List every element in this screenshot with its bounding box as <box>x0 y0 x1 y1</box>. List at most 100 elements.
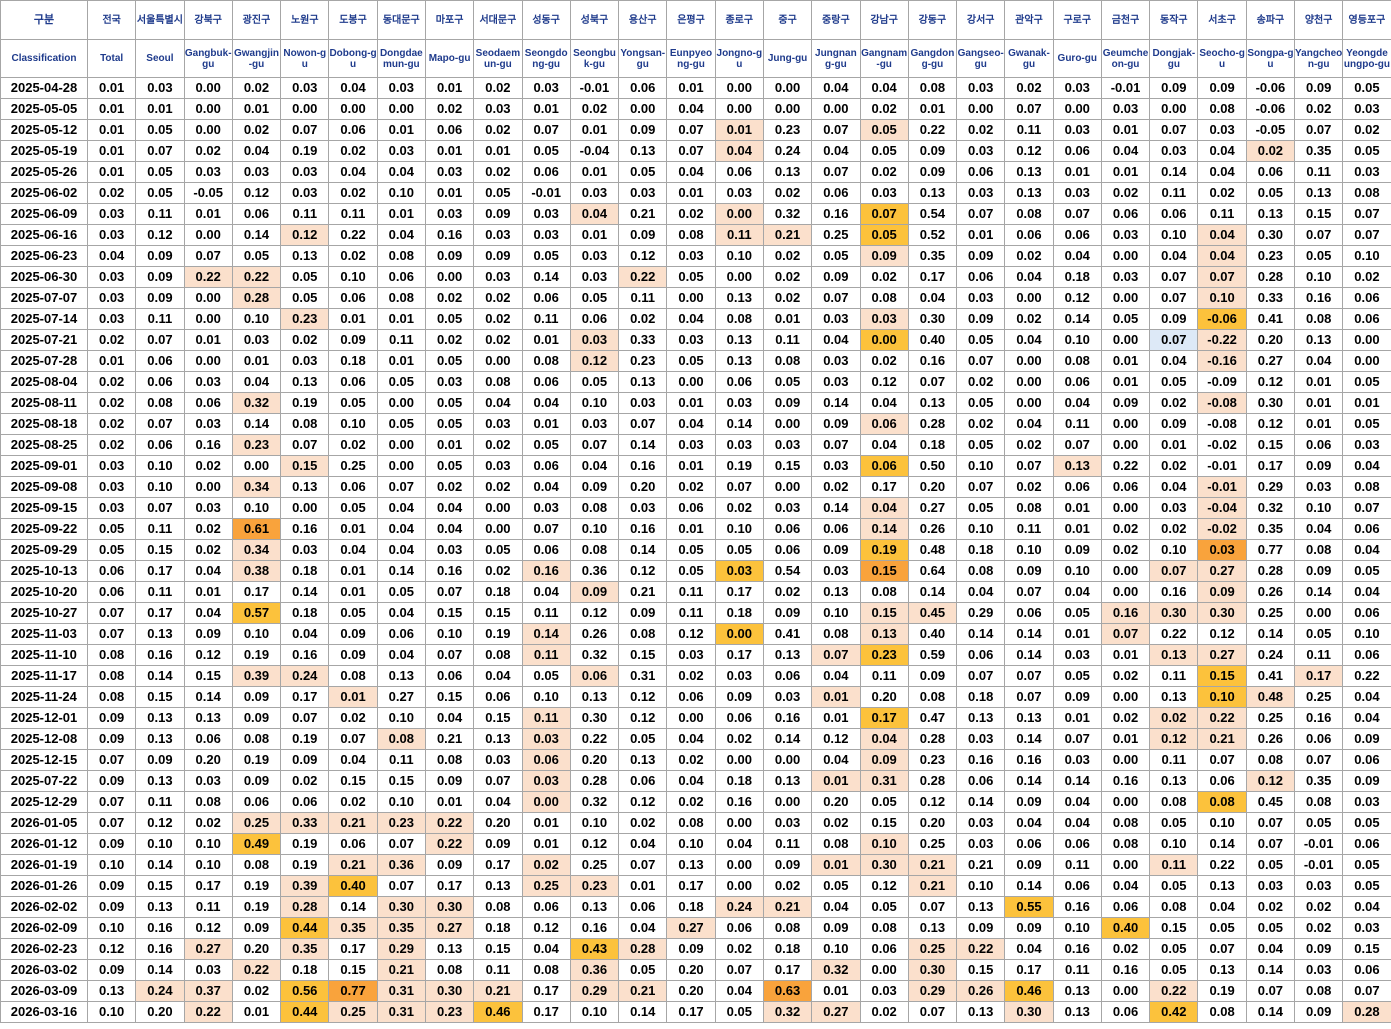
table-cell: 0.13 <box>811 581 861 603</box>
table-cell: 0.03 <box>1197 119 1247 141</box>
table-cell: 0.13 <box>618 749 668 771</box>
table-cell: 0.05 <box>1294 812 1344 834</box>
table-cell: 0.02 <box>473 119 523 141</box>
table-row: 2025-11-03 0.07 0.13 0.09 0.10 0.04 0.09 0.06 0.… <box>0 623 1391 645</box>
table-cell: 0.05 <box>521 434 571 456</box>
table-cell: 0.21 <box>956 854 1006 876</box>
table-cell: 0.08 <box>1342 476 1391 498</box>
table-cell: 0.05 <box>424 455 475 477</box>
table-cell: 0.15 <box>473 707 523 729</box>
table-cell: 0.01 <box>666 392 716 414</box>
table-cell: 0.14 <box>859 518 909 540</box>
table-cell: 0.06 <box>956 644 1006 666</box>
table-cell: 0.08 <box>811 623 861 645</box>
table-cell: 0.02 <box>473 308 523 330</box>
table-cell: 0.03 <box>1100 266 1151 288</box>
table-cell: 0.04 <box>376 539 426 561</box>
table-cell: 0.08 <box>1294 539 1344 561</box>
table-cell: 0.17 <box>521 1001 571 1023</box>
table-cell: 0.07 <box>328 728 378 750</box>
table-cell: 0.03 <box>1149 140 1199 162</box>
table-cell: 0.01 <box>521 833 571 855</box>
table-cell: 0.06 <box>811 518 861 540</box>
table-row: 2026-03-09 0.13 0.24 0.37 0.02 0.56 0.77 0.31 0.… <box>0 980 1391 1002</box>
table-cell: 0.04 <box>666 161 716 183</box>
table-cell: 0.13 <box>762 161 813 183</box>
table-cell: 0.09 <box>1197 581 1247 603</box>
table-cell: 0.08 <box>424 959 475 981</box>
table-cell: 0.02 <box>86 392 137 414</box>
table-cell: 0.10 <box>328 413 378 435</box>
table-cell: 0.18 <box>328 350 378 372</box>
table-cell: 0.09 <box>231 917 282 939</box>
table-cell: 0.09 <box>135 749 185 771</box>
table-cell: 0.19 <box>859 539 909 561</box>
table-cell: 0.22 <box>956 938 1006 960</box>
table-cell: 0.06 <box>859 455 909 477</box>
table-cell: 0.05 <box>424 350 475 372</box>
table-cell: 0.07 <box>135 329 185 351</box>
table-cell: 0.45 <box>907 602 958 624</box>
table-cell: 0.04 <box>1052 392 1102 414</box>
table-cell: 0.13 <box>473 875 523 897</box>
table-cell: 0.00 <box>183 119 233 141</box>
table-cell: 0.04 <box>183 560 233 582</box>
table-cell: 0.21 <box>907 854 958 876</box>
table-cell: 0.30 <box>424 896 475 918</box>
table-cell: 0.06 <box>714 707 764 729</box>
table-cell: 0.15 <box>135 539 185 561</box>
table-cell: 0.00 <box>376 392 426 414</box>
table-cell: 0.17 <box>859 476 909 498</box>
table-cell: 0.00 <box>183 287 233 309</box>
table-cell: 0.15 <box>956 959 1006 981</box>
table-cell: 0.28 <box>1245 266 1296 288</box>
table-cell: 0.20 <box>907 476 958 498</box>
table-cell: 0.40 <box>907 623 958 645</box>
table-cell: 0.20 <box>473 812 523 834</box>
table-cell: 0.56 <box>280 980 330 1002</box>
table-cell: 0.04 <box>666 413 716 435</box>
table-row: 2025-06-09 0.03 0.11 0.01 0.06 0.11 0.11 0.01 0.… <box>0 203 1391 225</box>
row-date: 2025-07-07 <box>0 287 88 309</box>
table-cell: 0.07 <box>1004 686 1054 708</box>
table-cell: 0.09 <box>1294 455 1344 477</box>
table-cell: 0.06 <box>86 581 137 603</box>
table-cell: 0.22 <box>231 266 282 288</box>
table-cell: -0.01 <box>1197 476 1247 498</box>
table-cell: 0.04 <box>1004 413 1054 435</box>
table-cell: 0.19 <box>1197 980 1247 1002</box>
table-cell: 0.25 <box>1245 602 1296 624</box>
table-cell: 0.28 <box>231 287 282 309</box>
table-cell: 0.11 <box>280 203 330 225</box>
table-cell: 0.11 <box>521 602 571 624</box>
table-cell: 0.46 <box>1004 980 1054 1002</box>
table-cell: 0.15 <box>1149 917 1199 939</box>
table-cell: 0.41 <box>1245 308 1296 330</box>
table-cell: 0.33 <box>1245 287 1296 309</box>
column-header-kr: 송파구 <box>1245 0 1296 40</box>
row-date: 2025-11-03 <box>0 623 88 645</box>
column-header-kr: 양천구 <box>1294 0 1344 40</box>
table-cell: 0.29 <box>907 980 958 1002</box>
table-cell: 0.03 <box>618 497 668 519</box>
table-cell: 0.10 <box>1342 245 1391 267</box>
column-header-kr: 강서구 <box>956 0 1006 40</box>
table-cell: 0.05 <box>859 119 909 141</box>
table-cell: 0.09 <box>231 686 282 708</box>
table-cell: 0.10 <box>183 854 233 876</box>
table-cell: 0.16 <box>135 938 185 960</box>
table-cell: 0.14 <box>1294 581 1344 603</box>
table-cell: 0.07 <box>956 476 1006 498</box>
row-date: 2025-08-18 <box>0 413 88 435</box>
table-cell: 0.09 <box>1294 77 1344 99</box>
table-cell: 0.11 <box>1149 749 1199 771</box>
table-cell: 0.02 <box>1149 392 1199 414</box>
table-cell: 0.02 <box>1149 707 1199 729</box>
table-cell: 0.20 <box>666 959 716 981</box>
table-cell: 0.39 <box>231 665 282 687</box>
table-cell: 0.63 <box>762 980 813 1002</box>
row-date: 2025-07-28 <box>0 350 88 372</box>
table-cell: 0.35 <box>1245 518 1296 540</box>
table-cell: 0.01 <box>86 161 137 183</box>
table-cell: 0.03 <box>1245 875 1296 897</box>
